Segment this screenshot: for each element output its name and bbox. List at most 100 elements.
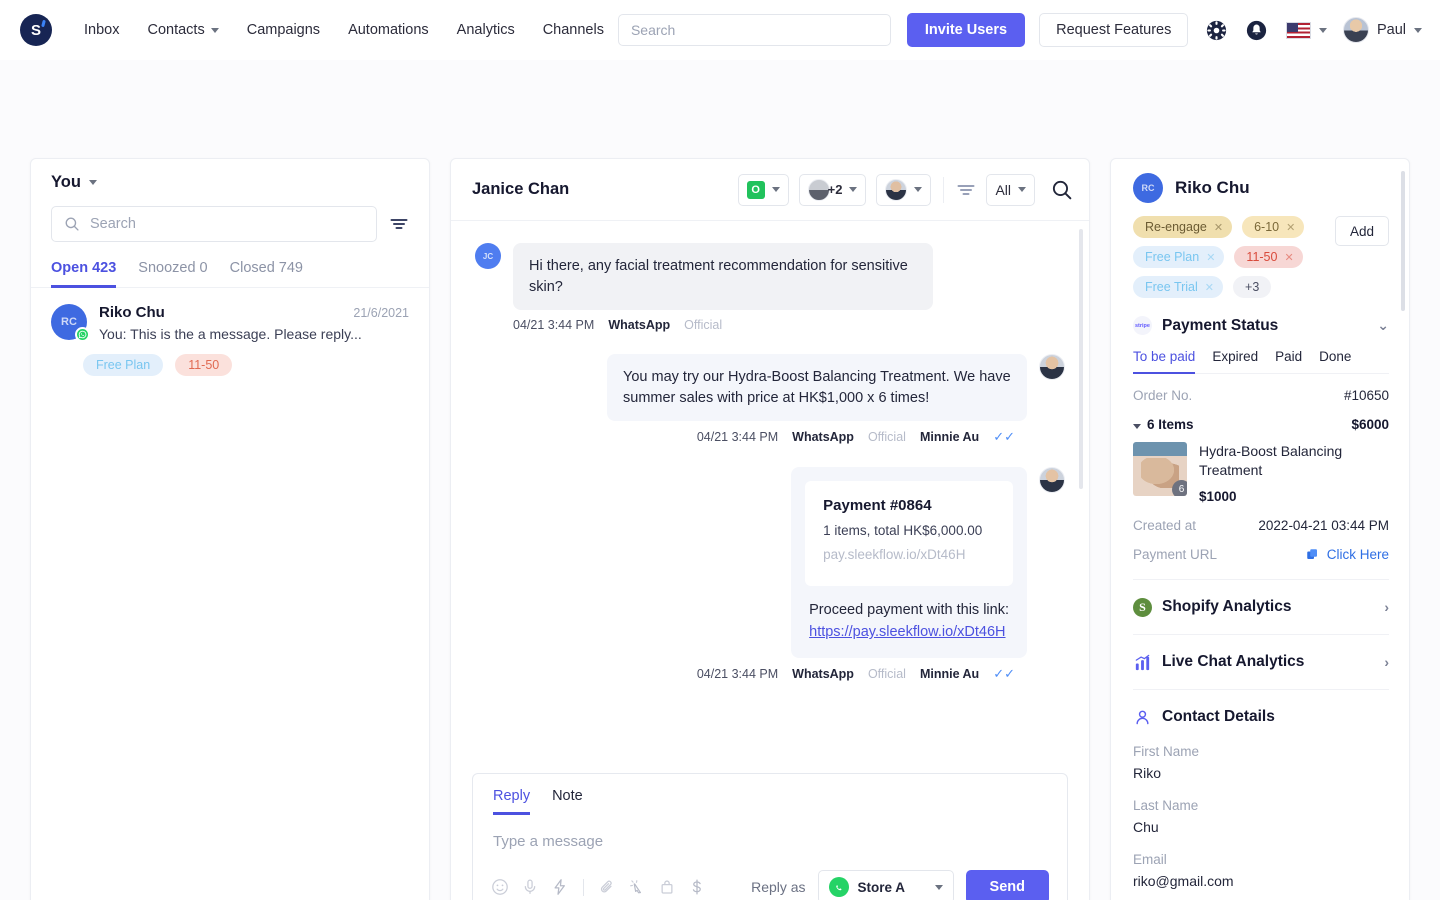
stripe-icon: stripe [1133, 316, 1152, 335]
bell-icon[interactable] [1244, 18, 1268, 42]
tag-free-trial[interactable]: Free Trial ✕ [1133, 276, 1223, 298]
tab-paid[interactable]: Paid [1275, 349, 1302, 374]
contact-details-panel: RC Riko Chu Re-engage✕ 6-10✕ Free Plan✕ … [1110, 158, 1410, 900]
tab-done[interactable]: Done [1319, 349, 1351, 374]
section-title-label: Live Chat Analytics [1162, 653, 1304, 671]
tag-re-engage[interactable]: Re-engage✕ [1133, 216, 1232, 238]
paperclip-icon[interactable] [598, 878, 616, 896]
product-price: $1000 [1199, 489, 1389, 504]
contact-details-section[interactable]: Contact Details [1133, 690, 1389, 727]
status-selector[interactable]: O [738, 174, 789, 206]
list-item-top-row: Riko Chu 21/6/2021 [99, 304, 409, 321]
app-logo[interactable]: S [20, 14, 52, 46]
avatar-wrapper: RC [51, 304, 87, 340]
filter-icon[interactable] [389, 214, 409, 234]
tab-expired[interactable]: Expired [1212, 349, 1258, 374]
message-meta: 04/21 3:44 PM WhatsApp Official Minnie A… [475, 429, 1015, 445]
payment-url-link-wrap[interactable]: Click Here [1305, 547, 1389, 562]
conversation-search-box[interactable] [51, 206, 377, 242]
nav-item-analytics[interactable]: Analytics [443, 14, 529, 46]
payment-card[interactable]: Payment #0864 1 items, total HK$6,000.00… [805, 481, 1013, 586]
order-items-row[interactable]: 6 Items $6000 [1133, 417, 1389, 432]
payment-url-link[interactable]: Click Here [1327, 547, 1389, 562]
filter-icon[interactable] [956, 180, 976, 200]
reply-channel-selector[interactable]: Store A [818, 870, 954, 900]
tab-open[interactable]: Open 423 [51, 260, 116, 288]
message-filter-selector[interactable]: All [986, 174, 1035, 206]
emoji-icon[interactable] [491, 878, 509, 896]
close-icon[interactable]: ✕ [1206, 251, 1215, 264]
magic-wand-icon[interactable] [628, 878, 646, 896]
message-list[interactable]: JC Hi there, any facial treatment recomm… [451, 221, 1089, 773]
send-button[interactable]: Send [966, 870, 1049, 900]
tab-reply[interactable]: Reply [493, 788, 530, 815]
nav-item-channels[interactable]: Channels [529, 14, 618, 46]
list-item[interactable]: RC Riko Chu 21/6/2021 You: This is the a… [31, 288, 429, 342]
language-chevron-down-icon[interactable] [1319, 28, 1327, 33]
lightning-icon[interactable] [551, 878, 569, 896]
contact-header: RC Riko Chu [1133, 173, 1389, 203]
global-search-input[interactable] [631, 22, 878, 38]
nav-item-inbox[interactable]: Inbox [70, 14, 133, 46]
tab-closed[interactable]: Closed 749 [230, 260, 303, 288]
tab-snoozed[interactable]: Snoozed 0 [138, 260, 207, 288]
message-scrollbar[interactable] [1079, 229, 1083, 489]
nav-label: Inbox [84, 22, 119, 38]
message-input[interactable] [473, 815, 1067, 862]
global-search-box[interactable] [618, 14, 891, 46]
reply-as-label: Reply as [751, 879, 805, 895]
conversation-search-input[interactable] [90, 216, 364, 232]
payment-status-section-header[interactable]: stripe Payment Status ⌄ [1133, 298, 1389, 335]
shopping-bag-icon[interactable] [658, 878, 676, 896]
message-agent: Minnie Au [920, 430, 979, 444]
nav-item-automations[interactable]: Automations [334, 14, 443, 46]
divider [943, 177, 944, 203]
live-chat-analytics-section[interactable]: Live Chat Analytics › [1133, 635, 1389, 672]
field-value-first-name[interactable]: Riko [1133, 765, 1389, 781]
us-flag-icon[interactable] [1286, 22, 1311, 39]
collaborators-selector[interactable]: +2 [799, 174, 867, 206]
shopify-analytics-section[interactable]: S Shopify Analytics › [1133, 580, 1389, 617]
tag-label: Free Trial [1145, 280, 1198, 294]
avatar: JC [475, 243, 501, 269]
inbox-owner-selector[interactable]: You [51, 173, 409, 192]
collaborator-overflow-count: +2 [828, 182, 843, 197]
nav-label: Analytics [457, 22, 515, 38]
chevron-right-icon: › [1384, 599, 1389, 615]
tag-free-plan[interactable]: Free Plan✕ [1133, 246, 1224, 268]
add-tag-button[interactable]: Add [1335, 216, 1389, 246]
chevron-down-icon[interactable]: ⌄ [1377, 317, 1389, 334]
tag-6-10[interactable]: 6-10✕ [1242, 216, 1304, 238]
avatar-initials: RC [61, 316, 77, 328]
product-name: Hydra-Boost Balancing Treatment [1199, 442, 1389, 480]
close-icon[interactable]: ✕ [1284, 251, 1293, 264]
tab-to-be-paid[interactable]: To be paid [1133, 349, 1195, 374]
field-value-last-name[interactable]: Chu [1133, 819, 1389, 835]
payment-link[interactable]: https://pay.sleekflow.io/xDt46H [809, 622, 1009, 644]
message-channel: WhatsApp [608, 318, 670, 332]
microphone-icon[interactable] [521, 878, 539, 896]
contact-panel-scrollbar[interactable] [1401, 171, 1405, 311]
gear-icon[interactable] [1204, 18, 1228, 42]
tag-company-size[interactable]: 11-50 [175, 354, 232, 376]
dollar-icon[interactable] [688, 878, 706, 896]
search-icon[interactable] [1051, 179, 1073, 201]
field-label-first-name: First Name [1133, 744, 1389, 759]
nav-item-contacts[interactable]: Contacts [133, 14, 232, 46]
tag-11-50[interactable]: 11-50✕ [1234, 246, 1302, 268]
tag-free-plan[interactable]: Free Plan [83, 354, 163, 376]
invite-users-button[interactable]: Invite Users [907, 13, 1025, 47]
close-icon[interactable]: ✕ [1286, 221, 1295, 234]
field-value-email[interactable]: riko@gmail.com [1133, 873, 1389, 889]
assignee-selector[interactable] [876, 174, 931, 206]
request-features-button[interactable]: Request Features [1039, 13, 1188, 47]
close-icon[interactable]: ✕ [1205, 281, 1214, 294]
bar-chart-icon [1133, 653, 1152, 672]
nav-item-campaigns[interactable]: Campaigns [233, 14, 334, 46]
close-icon[interactable]: ✕ [1214, 221, 1223, 234]
user-menu[interactable]: Paul [1343, 17, 1422, 43]
tag-overflow-count[interactable]: +3 [1233, 276, 1271, 298]
field-label-email: Email [1133, 852, 1389, 867]
product-info: Hydra-Boost Balancing Treatment $1000 [1199, 442, 1389, 504]
tab-note[interactable]: Note [552, 788, 583, 815]
